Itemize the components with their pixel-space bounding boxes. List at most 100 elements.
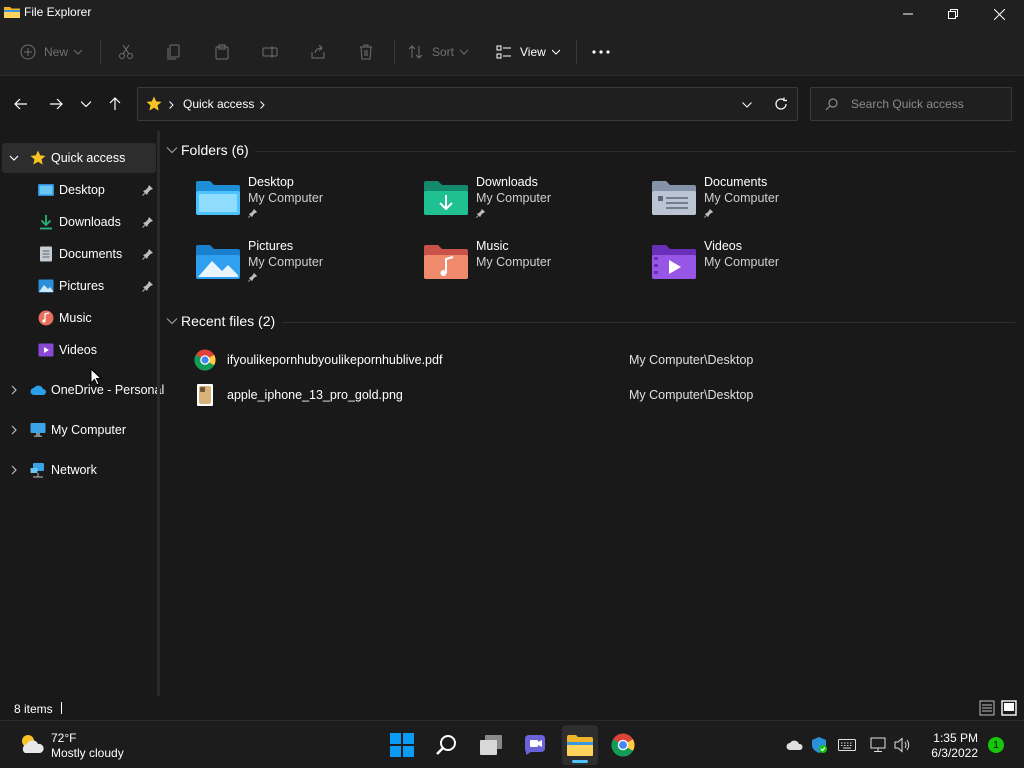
folder-name: Pictures xyxy=(248,239,294,253)
view-list-icon xyxy=(496,45,511,59)
teams-chat-button[interactable] xyxy=(519,729,551,761)
folder-tile-desktop[interactable]: Desktop My Computer xyxy=(196,175,416,231)
pane-splitter[interactable] xyxy=(157,131,160,696)
keyboard-icon[interactable] xyxy=(838,739,856,751)
recent-locations-button[interactable] xyxy=(74,92,98,116)
chevron-down-icon xyxy=(166,147,178,154)
recent-file-path: My Computer\Desktop xyxy=(629,353,754,367)
restore-button[interactable] xyxy=(930,0,976,28)
pin-icon xyxy=(476,208,486,218)
file-explorer-icon xyxy=(4,7,20,18)
more-options-button[interactable] xyxy=(592,38,610,66)
new-button[interactable]: New xyxy=(20,38,83,66)
cloud-icon xyxy=(30,385,46,395)
sidebar-item-my-computer[interactable]: My Computer xyxy=(2,415,156,445)
task-view-button[interactable] xyxy=(475,729,507,761)
address-bar[interactable]: Quick access xyxy=(137,87,798,121)
rename-icon xyxy=(262,46,278,58)
close-button[interactable] xyxy=(976,0,1022,28)
large-icons-view-icon[interactable] xyxy=(1001,700,1017,716)
pin-icon xyxy=(248,208,258,218)
chevron-down-icon[interactable] xyxy=(8,152,20,164)
rename-button[interactable] xyxy=(262,38,278,66)
windows-logo-icon xyxy=(390,733,414,757)
search-box[interactable] xyxy=(810,87,1012,121)
notification-badge[interactable]: 1 xyxy=(988,737,1004,753)
forward-button[interactable] xyxy=(44,92,68,116)
folders-section-header[interactable]: Folders (6) xyxy=(166,142,249,158)
folder-tile-music[interactable]: Music My Computer xyxy=(424,239,644,295)
cut-button[interactable] xyxy=(118,38,134,66)
chevron-right-icon[interactable] xyxy=(8,424,20,436)
refresh-icon[interactable] xyxy=(774,97,788,111)
status-bar: 8 items xyxy=(0,696,1024,720)
folder-tile-downloads[interactable]: Downloads My Computer xyxy=(424,175,644,231)
folder-location: My Computer xyxy=(476,191,552,205)
item-count: 8 items xyxy=(14,702,53,716)
trash-icon xyxy=(360,44,372,60)
back-button[interactable] xyxy=(9,92,33,116)
sidebar-item-music[interactable]: Music xyxy=(2,303,156,333)
view-button[interactable]: View xyxy=(496,38,560,66)
network-icon xyxy=(30,463,44,478)
search-button[interactable] xyxy=(431,729,463,761)
folder-tile-videos[interactable]: Videos My Computer xyxy=(652,239,872,295)
close-icon xyxy=(993,8,1005,20)
folder-tile-documents[interactable]: Documents My Computer xyxy=(652,175,872,231)
download-icon xyxy=(40,215,52,230)
volume-icon[interactable] xyxy=(894,737,912,753)
delete-button[interactable] xyxy=(358,38,374,66)
start-button[interactable] xyxy=(386,729,418,761)
recent-file-row[interactable]: apple_iphone_13_pro_gold.png My Computer… xyxy=(188,380,1008,410)
sidebar-item-desktop[interactable]: Desktop xyxy=(2,175,156,205)
search-input[interactable] xyxy=(851,97,1001,111)
security-shield-icon[interactable] xyxy=(810,736,828,754)
share-button[interactable] xyxy=(310,38,326,66)
sidebar-item-pictures[interactable]: Pictures xyxy=(2,271,156,301)
pin-icon[interactable] xyxy=(142,280,154,292)
network-status-icon[interactable] xyxy=(870,737,888,753)
mouse-pointer-icon xyxy=(90,368,102,386)
minimize-button[interactable] xyxy=(885,0,931,28)
sidebar-item-label: Desktop xyxy=(59,183,105,197)
music-folder-icon xyxy=(424,245,468,279)
details-view-icon[interactable] xyxy=(979,700,995,716)
copy-button[interactable] xyxy=(166,38,182,66)
videos-icon xyxy=(38,343,54,357)
sidebar-item-downloads[interactable]: Downloads xyxy=(2,207,156,237)
sidebar-item-network[interactable]: Network xyxy=(2,455,156,485)
folder-tile-pictures[interactable]: Pictures My Computer xyxy=(196,239,416,295)
file-explorer-taskbar-button[interactable] xyxy=(562,725,598,765)
recent-files-section-header[interactable]: Recent files (2) xyxy=(166,313,275,329)
weather-description: Mostly cloudy xyxy=(51,746,124,760)
sidebar-item-label: Network xyxy=(51,463,97,477)
onedrive-tray-icon[interactable] xyxy=(786,739,804,751)
sort-button[interactable]: Sort xyxy=(408,38,469,66)
recent-file-row[interactable]: ifyoulikepornhubyoulikepornhublive.pdf M… xyxy=(188,345,1008,375)
navigation-pane: Quick access Desktop Downloads Documents… xyxy=(0,131,164,696)
paste-button[interactable] xyxy=(214,38,230,66)
pin-icon[interactable] xyxy=(142,248,154,260)
restore-icon xyxy=(948,9,958,19)
sidebar-item-quick-access[interactable]: Quick access xyxy=(2,143,156,173)
sidebar-item-onedrive[interactable]: OneDrive - Personal xyxy=(2,375,164,405)
chevron-right-icon[interactable] xyxy=(260,101,265,109)
folder-location: My Computer xyxy=(704,255,780,269)
chevron-right-icon[interactable] xyxy=(8,384,20,396)
pin-icon[interactable] xyxy=(142,216,154,228)
folder-name: Videos xyxy=(704,239,742,253)
sidebar-item-label: Documents xyxy=(59,247,123,261)
sidebar-item-videos[interactable]: Videos xyxy=(2,335,156,365)
pin-icon xyxy=(704,208,714,218)
breadcrumb-quick-access[interactable]: Quick access xyxy=(183,97,254,111)
up-button[interactable] xyxy=(103,92,127,116)
pin-icon[interactable] xyxy=(142,184,154,196)
chrome-taskbar-button[interactable] xyxy=(607,729,639,761)
address-history-dropdown[interactable] xyxy=(742,102,752,108)
star-icon xyxy=(146,96,162,111)
sidebar-item-label: OneDrive - Personal xyxy=(51,383,165,397)
chevron-right-icon[interactable] xyxy=(8,464,20,476)
plus-circle-icon xyxy=(20,44,36,60)
arrow-left-icon xyxy=(14,98,27,110)
sidebar-item-documents[interactable]: Documents xyxy=(2,239,156,269)
